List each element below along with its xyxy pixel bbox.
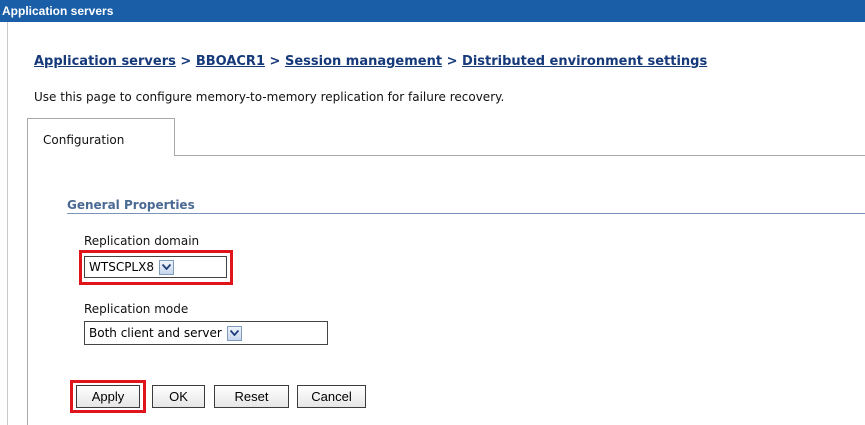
- breadcrumb-link-distributed-environment-settings[interactable]: Distributed environment settings: [462, 54, 707, 69]
- section-divider: [67, 213, 865, 214]
- replication-domain-highlight: [79, 250, 233, 285]
- replication-mode-label: Replication mode: [84, 302, 189, 316]
- window-title: Application servers: [2, 4, 114, 18]
- breadcrumb-separator: >: [180, 54, 196, 69]
- ok-button[interactable]: OK: [152, 385, 205, 408]
- tab-configuration[interactable]: Configuration: [27, 118, 175, 156]
- reset-button[interactable]: Reset: [214, 385, 289, 408]
- page-description: Use this page to configure memory-to-mem…: [34, 90, 505, 104]
- replication-domain-label: Replication domain: [84, 234, 200, 248]
- section-title-general-properties: General Properties: [67, 198, 195, 212]
- window-title-bar: Application servers: [0, 0, 865, 22]
- breadcrumb-link-session-management[interactable]: Session management: [285, 54, 442, 69]
- chevron-down-icon[interactable]: [226, 325, 242, 341]
- breadcrumb-link-bboacr1[interactable]: BBOACR1: [196, 54, 265, 69]
- breadcrumb: Application servers > BBOACR1 > Session …: [34, 54, 707, 69]
- tab-configuration-label: Configuration: [43, 133, 125, 147]
- breadcrumb-separator: >: [269, 54, 285, 69]
- replication-mode-select[interactable]: Both client and server: [84, 321, 328, 345]
- breadcrumb-separator: >: [446, 54, 463, 69]
- tab-join: [28, 154, 174, 156]
- cancel-button[interactable]: Cancel: [297, 385, 366, 408]
- apply-button-highlight: [70, 380, 146, 413]
- replication-mode-value: Both client and server: [89, 326, 222, 340]
- breadcrumb-link-application-servers[interactable]: Application servers: [34, 54, 176, 69]
